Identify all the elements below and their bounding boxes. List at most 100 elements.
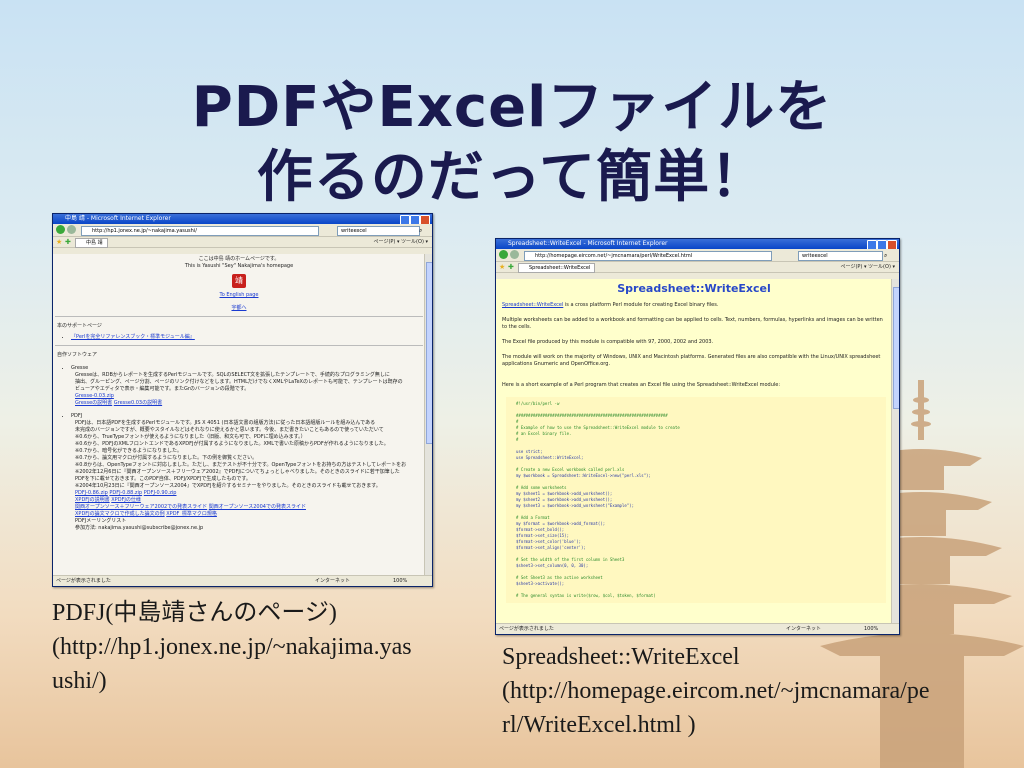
pdfj-desc: ※0.8からは、OpenTypeフォントに対応しました。ただし、まだテストが不十…: [75, 462, 407, 468]
pdfj-desc: 未完成のバージョンですが、概要やスタイルなどはそれなりに使えるかと思います。今後…: [75, 427, 384, 433]
status-zone: インターネット: [315, 578, 351, 584]
caption-right-line1: Spreadsheet::WriteExcel: [502, 644, 740, 670]
toolbar-page-tools[interactable]: ページ(P) ▾ ツール(O) ▾: [841, 263, 895, 271]
module-link[interactable]: Spreadsheet::WriteExcel: [502, 302, 563, 308]
pdfj-link[interactable]: PDFJ-0.88.zip: [109, 490, 142, 496]
favorites-star-icon[interactable]: ★: [56, 238, 62, 246]
page-heading: Spreadsheet::WriteExcel: [617, 282, 771, 295]
gresse-desc: ビューアやエディタで表示・編集可能です。またGrのバージョンの段階です。: [75, 386, 250, 392]
browser-window-pdfj: 中島 靖 - Microsoft Internet Explorer http:…: [52, 213, 433, 587]
page-content-pdfj: ここは中島 靖のホームページです。 This is Yasushi "Sey" …: [53, 254, 425, 576]
search-icon[interactable]: ⌕: [884, 252, 887, 260]
browser-tab[interactable]: Spreadsheet::WriteExcel: [518, 263, 596, 273]
back-button-icon[interactable]: [499, 250, 508, 259]
code-example: #!/usr/bin/perl -w #####################…: [506, 397, 886, 603]
pdfj-desc: ※0.6から、PDFJのXMLフロントエンドであるXPDFJが付属するようになり…: [75, 441, 389, 447]
pdfj-desc: PDFJは、日本語PDFを生成するPerlモジュールです。JIS X 4051 …: [75, 420, 376, 426]
caption-right-line3: rl/WriteExcel.html ): [502, 712, 696, 738]
zoom-level[interactable]: 100%: [864, 624, 878, 634]
tab-bar: ★ ✚ Spreadsheet::WriteExcel ページ(P) ▾ ツール…: [496, 262, 899, 273]
mailing-list-join: 参加方法: nakajima.yasushi@subscribe@jonex.n…: [75, 525, 204, 531]
forward-button-icon[interactable]: [510, 250, 519, 259]
xpdfj-manual-link[interactable]: XPDFJの説明書: [75, 497, 110, 503]
caption-left: PDFJ(中島靖さんのページ) (http://hp1.jonex.ne.jp/~…: [52, 596, 412, 698]
gresse-desc: Gresseは、RDBからレポートを生成するPerlモジュールです。SQLのSE…: [75, 372, 390, 378]
toolbar-page-tools[interactable]: ページ(P) ▾ ツール(O) ▾: [374, 238, 428, 246]
pdfj-link[interactable]: PDFJ-0.86.zip: [75, 490, 108, 496]
pdfj-desc: ※2002年12月6日に『関西オープンソース＋フリーウェア2002』でPDFJに…: [75, 469, 400, 475]
paragraph: Multiple worksheets can be added to a wo…: [502, 317, 883, 330]
address-bar: http://homepage.eircom.net/~jmcnamara/pe…: [496, 249, 899, 262]
back-button-icon[interactable]: [56, 225, 65, 234]
search-input[interactable]: writeexcel: [798, 251, 883, 261]
pdfj-desc: ※0.6から、TrueTypeフォントが使えるようになりました（旧版、和文も可で…: [75, 434, 306, 440]
intro-text: is a cross platform Perl module for crea…: [563, 302, 719, 308]
paragraph: The Excel file produced by this module i…: [502, 339, 714, 345]
support-book-link[interactable]: 『Perlを完全リファレンスブック・標準モジュール編』: [71, 334, 195, 340]
window-title: Spreadsheet::WriteExcel - Microsoft Inte…: [508, 240, 668, 247]
pdfj-desc: ※2004年10月23日に『関西オープンソース2004』でXPDFJを紹介するセ…: [75, 483, 381, 489]
support-heading: 本のサポートページ: [57, 323, 102, 329]
paper-example-link[interactable]: XPDFJの論文マクロで作成した論文の例: [75, 511, 165, 517]
scrollbar-thumb[interactable]: [893, 287, 899, 409]
favorites-star-icon[interactable]: ★: [499, 263, 505, 271]
caption-left-line2: (http://hp1.jonex.ne.jp/~nakajima.yas: [52, 634, 412, 660]
slide-title-line2: 作るのだって簡単！: [256, 145, 768, 210]
intro-text-jp: ここは中島 靖のホームページです。: [198, 256, 280, 262]
status-text: ページが表示されました: [56, 578, 111, 584]
divider: [55, 316, 423, 317]
gresse-manual-link[interactable]: Gresseの説明書: [75, 400, 112, 406]
slides-2004-link[interactable]: 関西オープンソース2004での発表スライド: [209, 504, 306, 510]
status-text: ページが表示されました: [499, 626, 554, 632]
gresse-download-link[interactable]: Gresse-0.03.zip: [75, 393, 114, 399]
caption-right-line2: (http://homepage.eircom.net/~jmcnamara/p…: [502, 678, 930, 704]
caption-left-line1: PDFJ(中島靖さんのページ): [52, 600, 337, 626]
divider: [55, 345, 423, 346]
caption-left-line3: ushi/): [52, 668, 107, 694]
search-input[interactable]: writeexcel: [337, 226, 420, 236]
mailing-list-label: PDFJメーリングリスト: [75, 518, 127, 524]
macro-spec-link[interactable]: XPDF_標準マクロ規格: [166, 511, 217, 517]
paragraph: The module will work on the majority of …: [502, 354, 881, 367]
status-bar: ページが表示されました インターネット 100%: [53, 575, 432, 586]
page-content-writeexcel: Spreadsheet::WriteExcel Spreadsheet::Wri…: [496, 279, 892, 624]
browser-tab[interactable]: 中島 靖: [75, 238, 108, 248]
caption-right: Spreadsheet::WriteExcel(http://homepage.…: [502, 640, 930, 742]
window-titlebar: Spreadsheet::WriteExcel - Microsoft Inte…: [496, 239, 899, 250]
pdfj-desc: PDFを下に載せておきます。このPDF自体、PDFJ/XPDFJで生成したもので…: [75, 476, 251, 482]
url-input[interactable]: http://homepage.eircom.net/~jmcnamara/pe…: [524, 251, 772, 261]
intro-text-en: This is Yasushi "Sey" Nakajima's homepag…: [184, 263, 294, 269]
window-title: 中島 靖 - Microsoft Internet Explorer: [65, 215, 171, 222]
seal-logo: 靖: [232, 274, 246, 288]
scrollbar[interactable]: [424, 254, 432, 576]
url-input[interactable]: http://hp1.jonex.ne.jp/~nakajima.yasushi…: [81, 226, 319, 236]
xpdfj-spec-link[interactable]: XPDFJの仕様: [111, 497, 141, 503]
status-bar: ページが表示されました インターネット 100%: [496, 623, 899, 634]
add-favorite-icon[interactable]: ✚: [508, 263, 514, 271]
forward-button-icon[interactable]: [67, 225, 76, 234]
pdfj-desc: ※0.7から、暗号化ができるようになりました。: [75, 448, 183, 454]
pdfj-link[interactable]: PDFJ-0.90.zip: [144, 490, 177, 496]
status-zone: インターネット: [786, 626, 822, 632]
slide-title-line1: PDFやExcelファイルを: [191, 75, 833, 140]
slides-2002-link[interactable]: 関西オープンソース＋フリーウェア2002での発表スライド: [75, 504, 207, 510]
browser-window-writeexcel: Spreadsheet::WriteExcel - Microsoft Inte…: [495, 238, 900, 635]
dialog-link[interactable]: 宇都へ: [231, 305, 246, 311]
software-heading: 自作ソフトウェア: [57, 352, 98, 358]
gresse-name: Gresse: [71, 365, 425, 372]
gresse-desc: 抽出、グルーピング、ページ分割、ページのリンク付けなどをします。HTMLだけでな…: [75, 379, 403, 385]
scrollbar-thumb[interactable]: [426, 262, 432, 444]
search-icon[interactable]: ⌕: [419, 227, 422, 235]
code-line: # The general syntax is write($row, $col…: [516, 593, 656, 598]
tab-bar: ★ ✚ 中島 靖 ページ(P) ▾ ツール(O) ▾: [53, 237, 432, 248]
pdfj-name: PDFJ: [71, 413, 425, 420]
gresse-manual-003-link[interactable]: Gresse0.03の説明書: [114, 400, 162, 406]
scrollbar[interactable]: [891, 279, 899, 624]
paragraph: Here is a short example of a Perl progra…: [502, 382, 781, 388]
add-favorite-icon[interactable]: ✚: [65, 238, 71, 246]
zoom-level[interactable]: 100%: [393, 576, 407, 586]
pdfj-desc: ※0.7から、論文用マクロが付属するようになりました。下の例を御覧ください。: [75, 455, 258, 461]
address-bar: http://hp1.jonex.ne.jp/~nakajima.yasushi…: [53, 224, 432, 237]
english-page-link[interactable]: To English page: [220, 292, 259, 298]
window-titlebar: 中島 靖 - Microsoft Internet Explorer: [53, 214, 432, 225]
